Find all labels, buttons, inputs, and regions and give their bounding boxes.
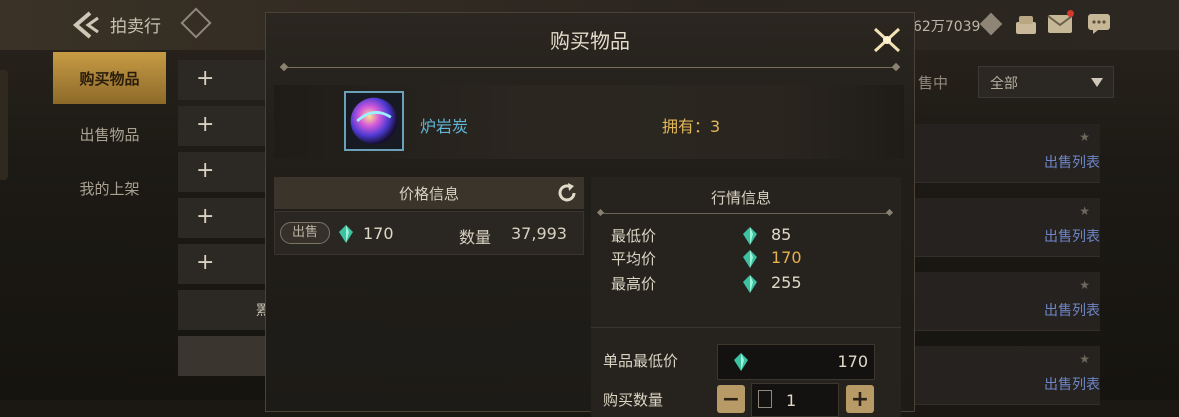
gem-currency-icon <box>743 227 757 245</box>
refresh-icon[interactable] <box>556 182 578 204</box>
auction-house-title: 拍卖行 <box>110 17 161 37</box>
mail-icon[interactable] <box>1047 14 1073 34</box>
plus-icon: + <box>196 112 215 137</box>
increase-quantity-button[interactable]: + <box>846 385 874 413</box>
price-listing-row[interactable]: 出售 170 数量 37,993 <box>274 211 584 255</box>
category-row[interactable]: 罴 <box>178 290 270 330</box>
list-item[interactable]: ★ 出售列表 <box>914 272 1100 331</box>
market-separator <box>591 327 901 328</box>
quantity-value: 37,993 <box>511 224 567 243</box>
category-row[interactable]: + <box>178 198 268 238</box>
price-info-title: 价格信息 <box>398 185 459 203</box>
list-item[interactable]: ★ 出售列表 <box>914 124 1100 183</box>
category-row[interactable]: + <box>178 106 268 146</box>
lava-charcoal-orb-icon[interactable] <box>344 91 404 151</box>
market-info-title: 行情信息 <box>710 189 771 207</box>
side-tab-sell[interactable]: 出售物品 <box>53 108 166 160</box>
chevron-down-icon <box>1091 78 1103 87</box>
owned-count: 拥有：3 <box>662 117 721 136</box>
category-row[interactable]: + <box>178 244 268 284</box>
filter-dropdown-value: 全部 <box>990 76 1018 92</box>
unit-price-field: 170 <box>717 344 875 380</box>
min-price-value: 85 <box>771 225 792 244</box>
quantity-input-value: 1 <box>786 391 797 410</box>
list-item[interactable]: ★ 出售列表 <box>914 346 1100 405</box>
min-price-label: 最低价 <box>611 227 657 245</box>
sell-list-link[interactable]: 出售列表 <box>1044 374 1100 394</box>
gem-currency-icon <box>743 250 757 268</box>
sell-list-link[interactable]: 出售列表 <box>1044 152 1100 172</box>
gem-currency-icon <box>743 275 757 293</box>
star-icon[interactable]: ★ <box>1079 352 1090 366</box>
cake-icon[interactable] <box>1013 12 1039 36</box>
buy-item-dialog: 购买物品 炉岩炭 拥有：3 价格信息 出售 170 数量 37,993 行情信息… <box>265 12 915 417</box>
plus-icon: + <box>196 158 215 183</box>
star-icon[interactable]: ★ <box>1079 130 1090 144</box>
back-arrow-icon[interactable] <box>68 8 102 42</box>
plus-icon: + <box>196 250 215 275</box>
chat-icon[interactable] <box>1087 13 1111 35</box>
quantity-label: 数量 <box>459 228 492 247</box>
market-divider <box>601 213 889 214</box>
gem-currency-icon <box>339 225 353 243</box>
category-row[interactable]: + <box>178 152 268 192</box>
calculator-icon[interactable] <box>758 390 772 408</box>
left-edge-handle <box>0 70 8 180</box>
list-item[interactable]: ★ 出售列表 <box>914 198 1100 257</box>
sell-list-link[interactable]: 出售列表 <box>1044 300 1100 320</box>
side-tab-buy[interactable]: 购买物品 <box>53 52 166 104</box>
title-divider <box>284 67 896 68</box>
decrease-quantity-button[interactable]: − <box>717 385 745 413</box>
price-info-header: 价格信息 <box>274 177 584 209</box>
market-info-panel: 行情信息 最低价 85 平均价 170 最高价 255 单品最低价 170 购买… <box>591 177 901 417</box>
category-row-selected[interactable] <box>178 336 268 376</box>
filter-dropdown[interactable]: 全部 <box>978 66 1114 98</box>
max-price-label: 最高价 <box>611 275 657 293</box>
close-icon[interactable] <box>870 25 904 55</box>
item-name: 炉岩炭 <box>420 117 469 136</box>
unit-price-label: 单品最低价 <box>603 352 679 370</box>
unit-price-value: 170 <box>837 352 868 371</box>
notification-dot <box>1067 10 1074 17</box>
dialog-title: 购买物品 <box>550 29 630 53</box>
listing-status-text: 售中 <box>918 74 949 92</box>
avg-price-label: 平均价 <box>611 250 657 268</box>
quantity-input[interactable]: 1 <box>751 383 839 417</box>
gem-currency-icon <box>734 353 748 371</box>
sell-list-link[interactable]: 出售列表 <box>1044 226 1100 246</box>
star-icon[interactable]: ★ <box>1079 204 1090 218</box>
category-row[interactable]: + <box>178 60 268 100</box>
currency-amount: 62万7039 <box>913 19 981 35</box>
plus-icon: + <box>196 66 215 91</box>
side-tab-my-listings[interactable]: 我的上架 <box>53 162 166 214</box>
sell-badge: 出售 <box>280 222 330 244</box>
price-info-panel: 价格信息 出售 170 数量 37,993 <box>274 177 584 417</box>
max-price-value: 255 <box>771 273 802 292</box>
avg-price-value: 170 <box>771 248 802 267</box>
listing-price: 170 <box>363 224 394 243</box>
plus-icon: + <box>196 204 215 229</box>
item-panel: 炉岩炭 拥有：3 <box>274 85 904 159</box>
star-icon[interactable]: ★ <box>1079 278 1090 292</box>
